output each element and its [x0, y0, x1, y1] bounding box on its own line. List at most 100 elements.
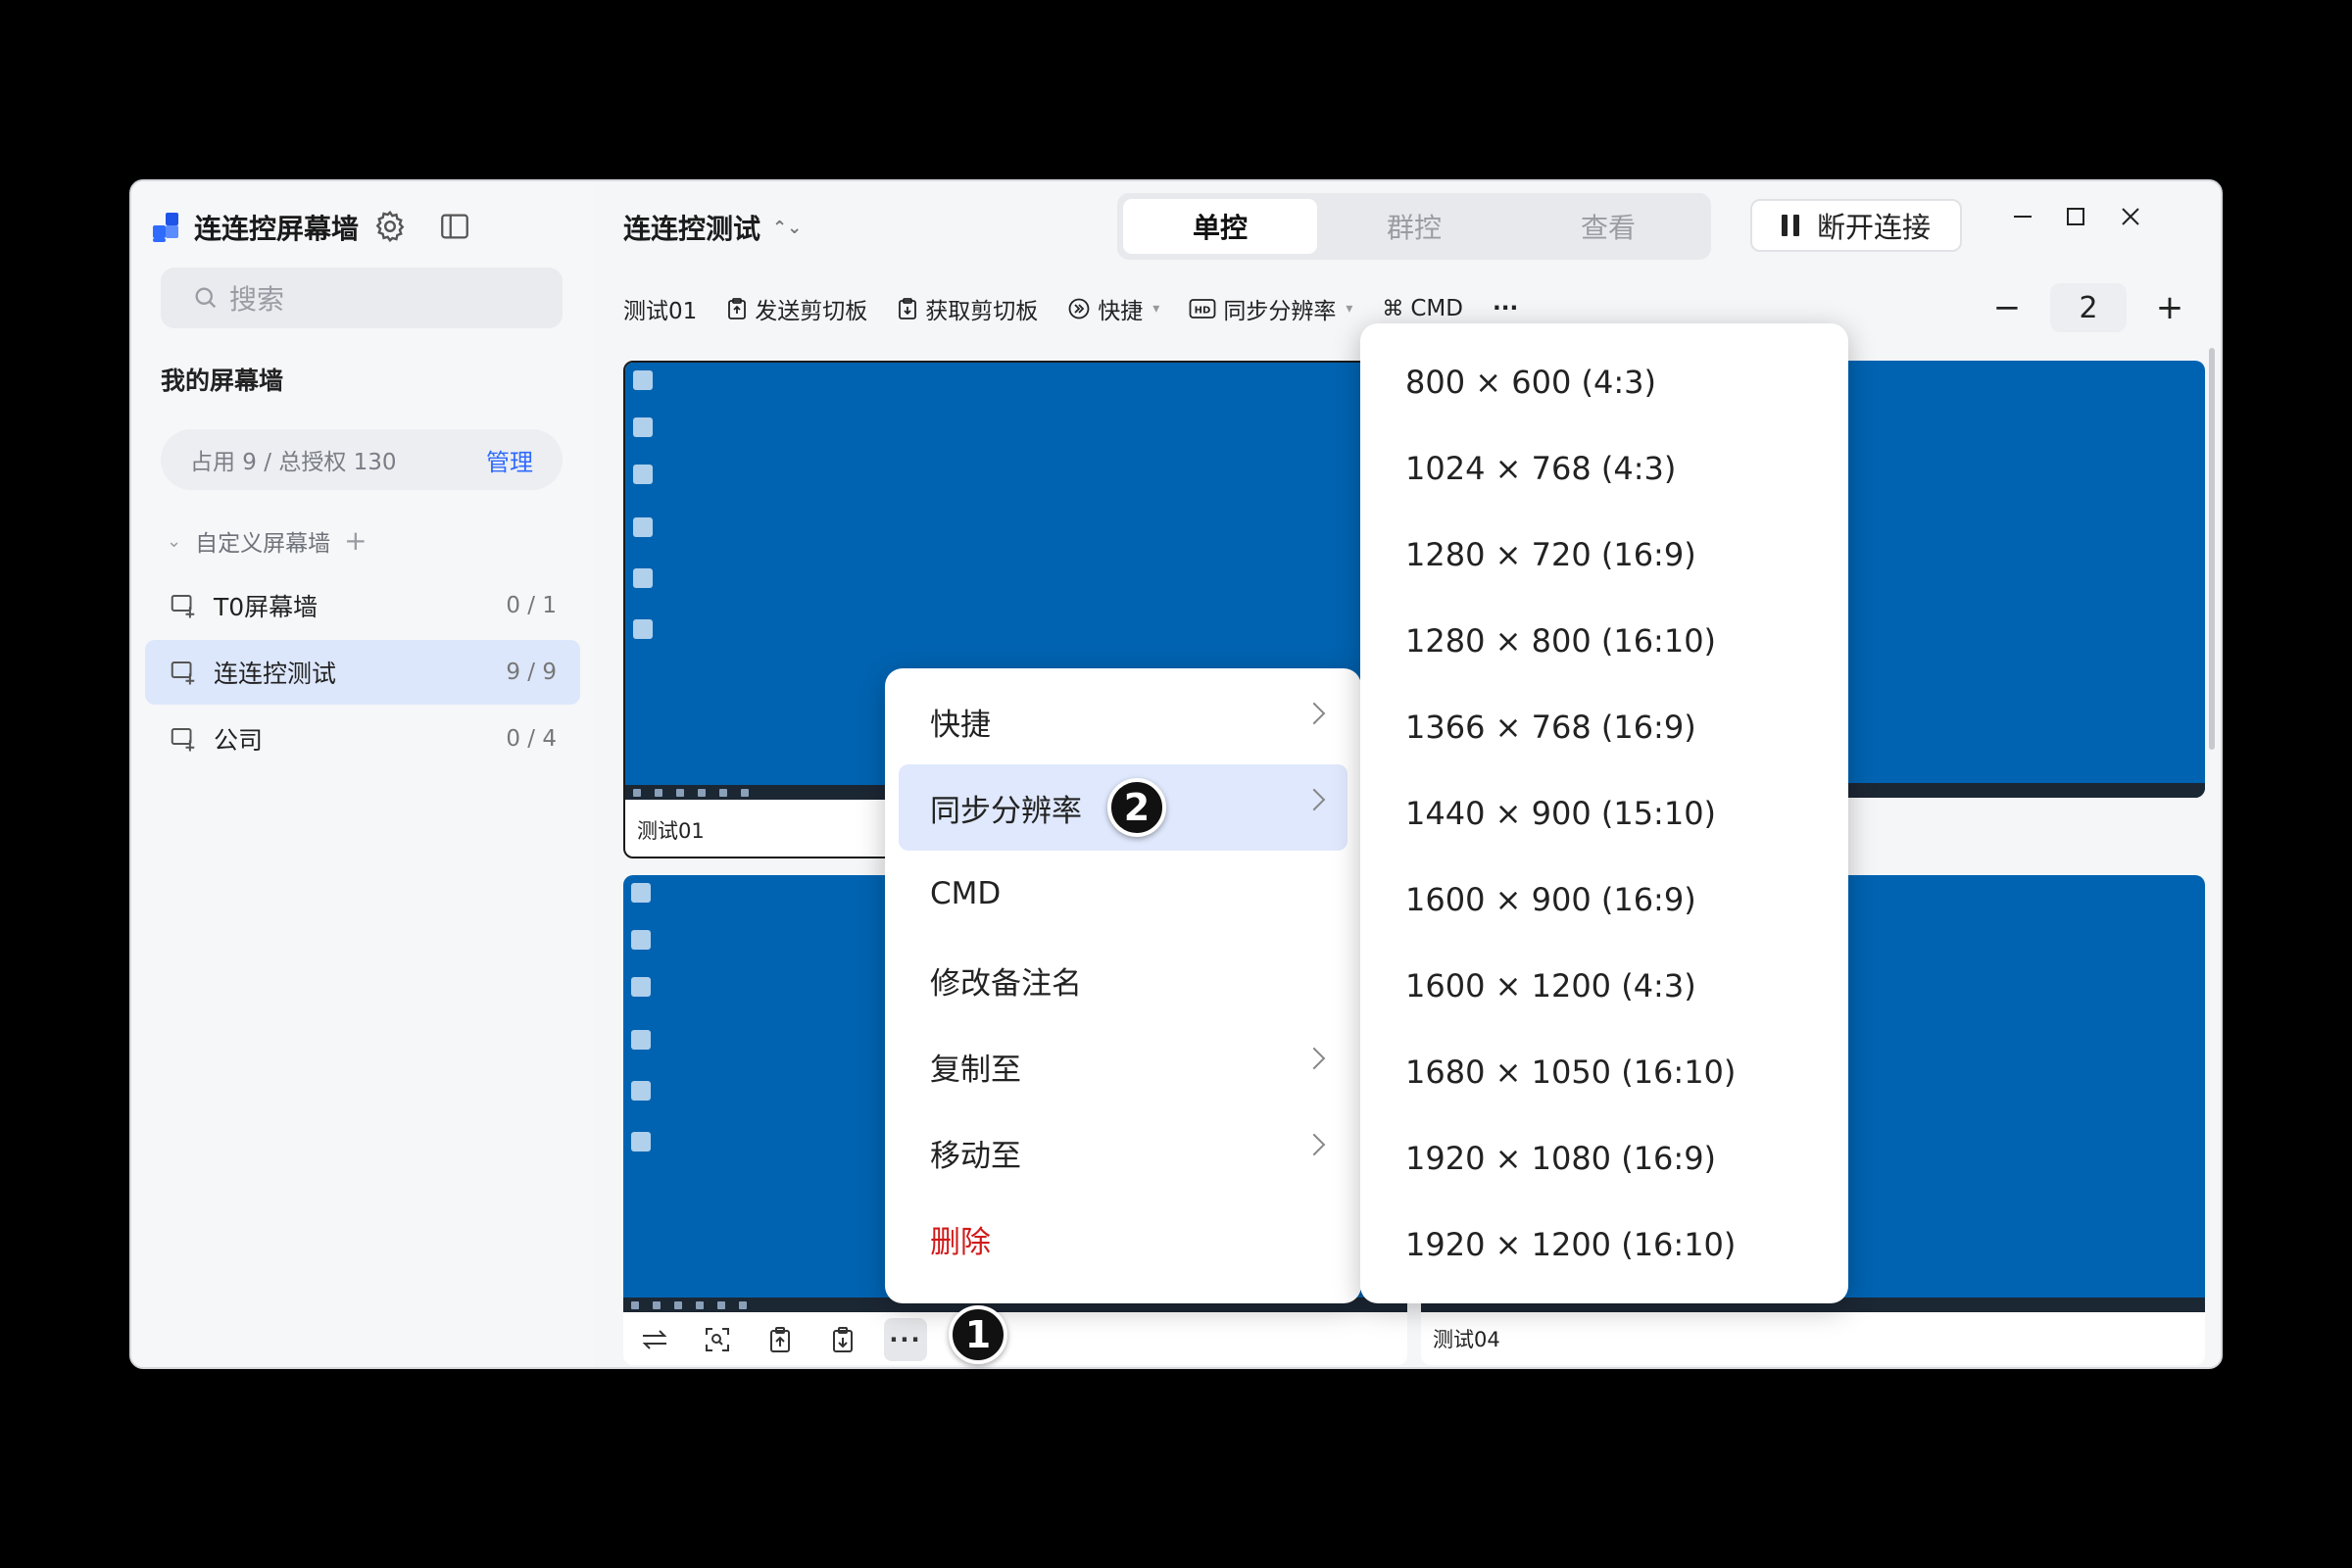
wall-name: T0屏幕墙: [214, 593, 318, 621]
resolution-option[interactable]: 1600 × 1200 (4:3): [1360, 943, 1848, 1029]
menu-item-rename[interactable]: 修改备注名: [899, 937, 1348, 1023]
wall-count: 0 / 1: [506, 593, 557, 618]
search-input[interactable]: 搜索: [161, 268, 563, 328]
menu-item-shortcut[interactable]: 快捷: [899, 678, 1348, 764]
disconnect-label: 断开连接: [1816, 211, 1931, 244]
wall-count: 0 / 4: [506, 726, 557, 752]
cmd-button[interactable]: ⌘ CMD: [1382, 296, 1463, 321]
screen-wall-icon: [171, 728, 195, 752]
menu-item-label: 删除: [930, 1224, 991, 1260]
pause-icon: [1781, 215, 1799, 236]
clipboard-upload-icon: [726, 297, 748, 320]
more-icon: ···: [1492, 296, 1519, 321]
menu-item-move-to[interactable]: 移动至: [899, 1109, 1348, 1196]
gear-icon[interactable]: [370, 207, 410, 246]
resolution-option[interactable]: 800 × 600 (4:3): [1360, 339, 1848, 425]
menu-item-label: CMD: [930, 876, 1002, 911]
manage-link[interactable]: 管理: [486, 443, 533, 477]
scrollbar[interactable]: [2209, 348, 2215, 750]
svg-text:HD: HD: [1195, 306, 1211, 317]
chevron-right-icon: [1302, 702, 1326, 725]
menu-item-cmd[interactable]: CMD: [899, 851, 1348, 937]
resolution-option[interactable]: 1440 × 900 (15:10): [1360, 770, 1848, 857]
screenshot-search-icon[interactable]: [696, 1318, 739, 1361]
send-clipboard-label: 发送剪切板: [755, 299, 868, 324]
wall-name: 连连控测试: [214, 660, 337, 688]
resolution-option[interactable]: 1920 × 1080 (16:9): [1360, 1115, 1848, 1201]
tile-action-bar: ···: [633, 1318, 947, 1361]
hd-icon: HD: [1189, 298, 1216, 319]
chevron-down-icon: ▾: [1152, 301, 1160, 317]
chevron-right-icon: [1302, 788, 1326, 811]
chevron-updown-icon: ⌃⌄: [772, 217, 803, 238]
sync-resolution-label: 同步分辨率: [1223, 299, 1337, 324]
wall-title[interactable]: 连连控测试 ⌃⌄: [623, 208, 802, 247]
clipboard-upload-icon[interactable]: [759, 1318, 802, 1361]
tile-label: 测试01: [637, 819, 705, 843]
resolution-option[interactable]: 1680 × 1050 (16:10): [1360, 1029, 1848, 1115]
wall-name: 公司: [214, 726, 264, 755]
get-clipboard-label: 获取剪切板: [925, 299, 1039, 324]
group-header[interactable]: ⌄ 自定义屏幕墙 +: [167, 524, 368, 558]
menu-item-label: 快捷: [930, 707, 991, 743]
resolution-option[interactable]: 1024 × 768 (4:3): [1360, 425, 1848, 512]
wall-item[interactable]: T0屏幕墙 0 / 1: [145, 573, 580, 638]
disconnect-button[interactable]: 断开连接: [1750, 199, 1962, 252]
close-icon[interactable]: [2109, 195, 2152, 238]
search-icon: [195, 287, 217, 309]
resolution-option[interactable]: 1280 × 720 (16:9): [1360, 512, 1848, 598]
more-button[interactable]: ···: [1493, 296, 1518, 321]
more-options-button[interactable]: ···: [884, 1318, 927, 1361]
zoom-in-icon[interactable]: +: [2148, 288, 2191, 327]
step-badge-1: 1: [949, 1305, 1007, 1364]
resolution-option[interactable]: 1366 × 768 (16:9): [1360, 684, 1848, 770]
clipboard-download-icon[interactable]: [821, 1318, 864, 1361]
maximize-icon[interactable]: [2054, 195, 2097, 238]
menu-item-copy-to[interactable]: 复制至: [899, 1023, 1348, 1109]
section-title: 我的屏幕墙: [161, 367, 284, 395]
shortcut-dropdown[interactable]: 快捷 ▾: [1067, 292, 1159, 325]
zoom-out-icon[interactable]: −: [1985, 288, 2029, 327]
group-title: 自定义屏幕墙: [195, 531, 331, 557]
screen-wall-icon: [171, 662, 195, 685]
menu-item-label: 修改备注名: [930, 965, 1082, 1002]
search-placeholder: 搜索: [229, 283, 285, 316]
wall-item[interactable]: 公司 0 / 4: [145, 707, 580, 771]
quota-bar: 占用 9 / 总授权 130 管理: [161, 429, 563, 490]
menu-item-delete[interactable]: 删除: [899, 1196, 1348, 1282]
resolution-option[interactable]: 1280 × 800 (16:10): [1360, 598, 1848, 684]
add-wall-icon[interactable]: +: [344, 527, 367, 555]
resolution-option[interactable]: 1920 × 1200 (16:10): [1360, 1201, 1848, 1288]
send-clipboard-button[interactable]: 发送剪切板: [726, 292, 867, 325]
menu-item-label: 移动至: [930, 1138, 1021, 1174]
step-badge-2: 2: [1107, 778, 1166, 837]
tab-view[interactable]: 查看: [1511, 199, 1705, 254]
brand: 连连控屏幕墙: [153, 206, 359, 249]
swap-icon[interactable]: [633, 1318, 676, 1361]
sync-resolution-dropdown[interactable]: HD 同步分辨率 ▾: [1189, 292, 1352, 325]
minimize-icon[interactable]: [2001, 195, 2044, 238]
wall-item-active[interactable]: 连连控测试 9 / 9: [145, 640, 580, 705]
tab-single-control[interactable]: 单控: [1123, 199, 1317, 254]
cmd-label: CMD: [1410, 296, 1463, 321]
wall-title-text: 连连控测试: [623, 213, 761, 245]
tile-label: 测试04: [1433, 1328, 1500, 1351]
clipboard-download-icon: [897, 297, 918, 320]
sidebar-toggle-icon[interactable]: [435, 207, 474, 246]
app-logo-icon: [153, 213, 182, 242]
screen-wall-icon: [171, 595, 195, 618]
fast-forward-icon: [1067, 297, 1091, 320]
tab-group-control[interactable]: 群控: [1317, 199, 1511, 254]
sidebar: 连连控屏幕墙 搜索 我的屏幕墙 占用 9 / 总授权 130 管理 ⌄ 自定义屏…: [131, 181, 596, 1367]
command-icon: ⌘: [1382, 296, 1404, 321]
menu-item-label: 复制至: [930, 1052, 1021, 1088]
resolution-option[interactable]: 1600 × 900 (16:9): [1360, 857, 1848, 943]
device-name: 测试01: [623, 299, 698, 324]
shortcut-label: 快捷: [1098, 299, 1144, 324]
get-clipboard-button[interactable]: 获取剪切板: [897, 292, 1038, 325]
menu-item-label: 同步分辨率: [930, 793, 1082, 829]
chevron-down-icon: ▾: [1346, 301, 1353, 317]
chevron-right-icon: [1302, 1133, 1326, 1156]
quota-text: 占用 9 / 总授权 130: [190, 450, 397, 475]
zoom-value[interactable]: 2: [2050, 283, 2127, 332]
